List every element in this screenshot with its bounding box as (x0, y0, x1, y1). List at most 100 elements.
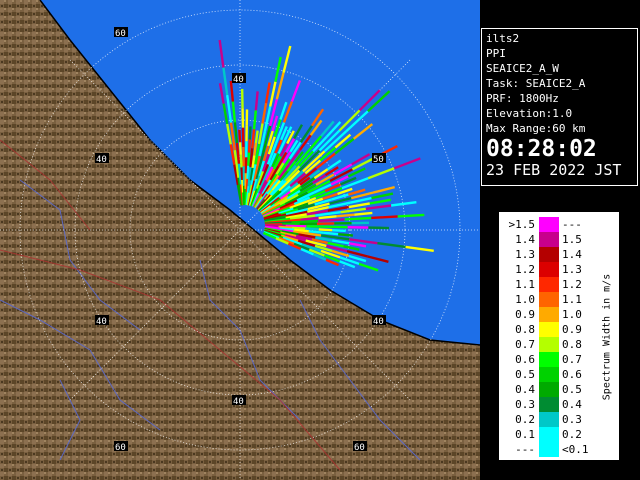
echo-segment (323, 231, 339, 236)
legend-lower-value: 1.1 (515, 278, 535, 291)
echo-segment (248, 126, 252, 140)
svg-text:40: 40 (233, 75, 244, 85)
echo-segment (253, 142, 258, 156)
legend-upper-value: --- (562, 218, 582, 231)
svg-text:50: 50 (373, 155, 384, 165)
legend-lower-value: >1.5 (508, 218, 536, 231)
echo-segment (275, 72, 285, 100)
echo-segment (318, 228, 333, 232)
echo-segment (309, 119, 323, 136)
legend-swatch (539, 232, 559, 247)
svg-text:60: 60 (115, 29, 126, 39)
echo-segment (233, 122, 239, 144)
legend-upper-value: 1.1 (562, 293, 582, 306)
legend-upper-value: 1.0 (562, 308, 582, 321)
echo-segment (290, 80, 302, 102)
legend-upper-value: 1.3 (562, 263, 582, 276)
echo-segment (247, 152, 251, 166)
radar-image: 40 60 40 40 40 40 50 60 60 (0, 0, 480, 480)
svg-text:40: 40 (96, 317, 107, 327)
echo-segment (291, 226, 306, 230)
observation-time: 08:28:02 (486, 136, 597, 162)
echo-segment (291, 219, 319, 224)
echo-segment (393, 157, 421, 170)
echo-segment (318, 215, 337, 220)
legend-lower-value: 0.2 (515, 413, 535, 426)
legend-upper-value: 0.5 (562, 383, 582, 396)
legend-swatch (539, 337, 559, 352)
elevation-value: Elevation:1.0 (486, 107, 573, 120)
echo-segment (300, 216, 319, 221)
echo-segment (371, 192, 394, 200)
echo-segment (358, 262, 379, 272)
legend-lower-value: 0.7 (515, 338, 535, 351)
task-name: Task: SEAICE2_A (486, 77, 586, 90)
legend-lower-value: 0.4 (515, 383, 535, 396)
echo-segment (225, 123, 232, 145)
echo-segment (367, 90, 391, 113)
legend-upper-value: <0.1 (562, 443, 589, 456)
legend-lower-value: 0.5 (515, 368, 535, 381)
prf-value: PRF: 1800Hz (486, 92, 559, 105)
legend-upper-value: 0.6 (562, 368, 582, 381)
legend-swatch (539, 397, 559, 412)
legend-lower-value: 0.8 (515, 323, 535, 336)
echo-segment (238, 142, 243, 155)
echo-segment (372, 185, 395, 194)
legend-upper-value: 0.9 (562, 323, 582, 336)
legend-unit-label: Spectrum Width in m/s (601, 273, 613, 401)
echo-segment (336, 213, 355, 218)
legend-swatch (539, 352, 559, 367)
echo-segment (397, 213, 425, 218)
echo-segment (218, 39, 225, 68)
legend-lower-value: --- (515, 443, 535, 456)
echo-segment (282, 45, 292, 73)
legend-lower-value: 0.9 (515, 308, 535, 321)
echo-segment (238, 129, 242, 143)
legend-swatch (539, 427, 559, 442)
echo-segment (310, 108, 325, 127)
legend-upper-value: 0.4 (562, 398, 582, 411)
legend-lower-value: 0.1 (515, 428, 535, 441)
svg-text:40: 40 (233, 397, 244, 407)
color-legend: >1.5 --- 1.4 1.5 1.3 1.4 1.2 1.3 1.1 1.2 1.0 1.1 0.9… (498, 211, 620, 461)
legend-swatch (539, 382, 559, 397)
echo-segment (239, 154, 243, 168)
echo-segment (308, 230, 324, 234)
scan-name: SEAICE2_A_W (486, 62, 559, 75)
echo-segment (354, 211, 373, 216)
radar-ppi-view[interactable]: 40 60 40 40 40 40 50 60 60 (0, 0, 480, 480)
echo-segment (365, 204, 392, 211)
observation-date: 23 FEB 2022 JST (486, 161, 622, 179)
echo-segment (254, 91, 259, 111)
echo-segment (369, 198, 392, 205)
legend-upper-value: 0.8 (562, 338, 582, 351)
legend-lower-value: 1.0 (515, 293, 535, 306)
info-panel: ilts2 PPI SEAICE2_A_W Task: SEAICE2_A PR… (481, 28, 638, 186)
legend-upper-value: 0.2 (562, 428, 582, 441)
legend-swatch (539, 292, 559, 307)
echo-segment (320, 120, 335, 137)
echo-segment (226, 94, 233, 123)
echo-segment (326, 159, 342, 171)
echo-segment (264, 82, 271, 104)
legend-lower-value: 1.3 (515, 248, 535, 261)
echo-segment (252, 110, 258, 130)
echo-segment (231, 101, 237, 123)
echo-segment (367, 167, 395, 180)
echo-segment (390, 200, 417, 207)
echo-segment (358, 89, 381, 112)
echo-segment (377, 241, 406, 249)
echo-segment (371, 215, 398, 220)
echo-segment (293, 124, 304, 140)
legend-lower-value: 0.3 (515, 398, 535, 411)
legend-swatch (539, 277, 559, 292)
legend-lower-value: 1.2 (515, 263, 535, 276)
echo-segment (343, 245, 360, 251)
echo-segment (338, 232, 353, 237)
legend-lower-value: 1.4 (515, 233, 535, 246)
legend-lower-value: 0.6 (515, 353, 535, 366)
legend-upper-value: 0.3 (562, 413, 582, 426)
echo-segment (218, 83, 225, 104)
echo-segment (332, 228, 346, 233)
